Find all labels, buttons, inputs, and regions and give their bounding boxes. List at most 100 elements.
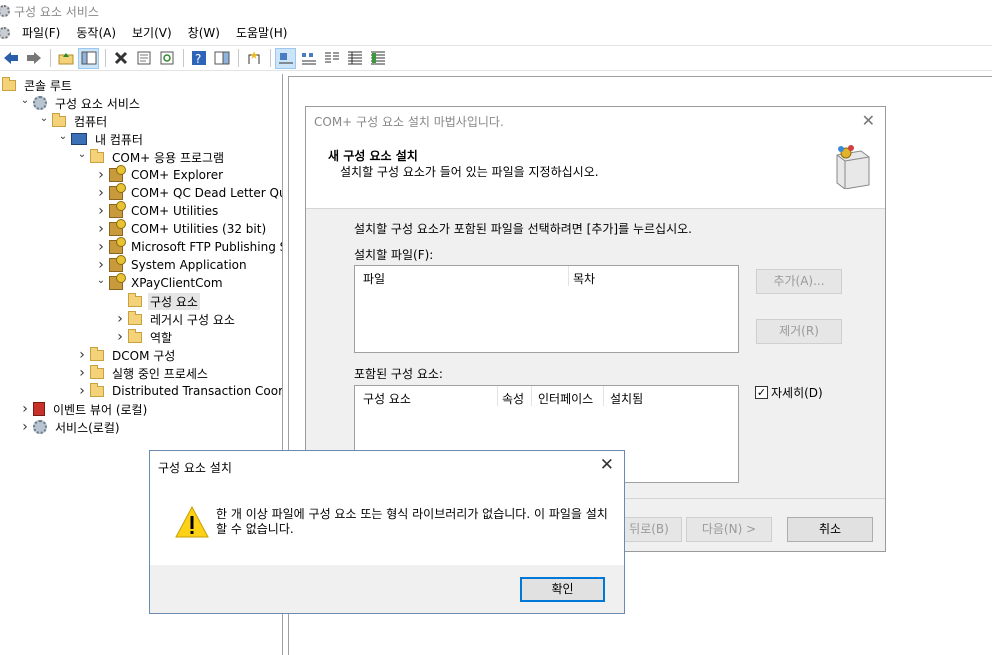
tree-node-label: 컴퓨터 <box>74 114 108 129</box>
chevron-right-icon[interactable]: › <box>114 329 126 345</box>
chevron-right-icon[interactable]: › <box>95 185 107 201</box>
tree-node[interactable]: › 실행 중인 프로세스 <box>76 364 210 382</box>
column-divider <box>568 266 569 286</box>
tree-node[interactable]: › 역할 <box>114 328 174 346</box>
wizard-subheading: 설치할 구성 요소가 들어 있는 파일을 지정하십시오. <box>340 165 599 179</box>
files-col-contents[interactable]: 목차 <box>573 270 595 287</box>
chevron-right-icon[interactable]: › <box>76 347 88 363</box>
chevron-right-icon[interactable]: › <box>95 239 107 255</box>
files-list[interactable]: 파일 목차 <box>354 265 739 353</box>
status-view-icon[interactable] <box>367 48 388 69</box>
new-component-icon[interactable] <box>243 48 264 69</box>
chevron-right-icon[interactable]: › <box>114 311 126 327</box>
tree-node[interactable]: ⌄ COM+ 응용 프로그램 <box>76 148 226 166</box>
gear-icon <box>33 420 47 434</box>
package-icon <box>109 183 126 200</box>
package-icon <box>109 165 126 182</box>
back-button[interactable]: 뒤로(B) <box>616 517 682 542</box>
components-col-name[interactable]: 구성 요소 <box>363 390 411 407</box>
help-icon[interactable]: ? <box>188 48 209 69</box>
tree-node[interactable]: › COM+ QC Dead Letter Queue <box>95 183 282 202</box>
menu-view[interactable]: 보기(V) <box>124 22 180 44</box>
folder-icon <box>128 292 142 307</box>
tree-node[interactable]: › 서비스(로컬) <box>19 418 122 436</box>
forward-icon[interactable] <box>23 48 44 69</box>
menu-action[interactable]: 동작(A) <box>68 22 124 44</box>
up-folder-icon[interactable] <box>55 48 76 69</box>
tree-node[interactable]: 구성 요소 <box>114 292 200 310</box>
chevron-right-icon[interactable]: › <box>95 257 107 273</box>
properties-icon[interactable] <box>133 48 154 69</box>
back-icon[interactable] <box>0 48 21 69</box>
instruction-text: 설치할 구성 요소가 포함된 파일을 선택하려면 [추가]를 누르십시오. <box>354 222 692 236</box>
tree-node[interactable]: 콘솔 루트 <box>0 76 74 94</box>
components-col-installed[interactable]: 설치됨 <box>610 390 643 407</box>
tree-node[interactable]: ⌄ XPayClientCom <box>95 273 225 292</box>
action-pane-icon[interactable] <box>211 48 232 69</box>
tree-node[interactable]: › DCOM 구성 <box>76 346 177 364</box>
tree-node-label: 실행 중인 프로세스 <box>112 366 208 381</box>
tree-node-label: 구성 요소 서비스 <box>55 96 140 111</box>
close-icon[interactable]: ✕ <box>600 455 614 475</box>
chevron-right-icon[interactable]: › <box>95 221 107 237</box>
tree-node[interactable]: ⌄ 내 컴퓨터 <box>57 130 145 148</box>
folder-icon <box>90 364 104 379</box>
package-icon <box>109 219 126 236</box>
tree-node[interactable]: › 레거시 구성 요소 <box>114 310 237 328</box>
chevron-down-icon[interactable]: ⌄ <box>19 95 31 106</box>
warning-icon <box>175 505 209 538</box>
chevron-right-icon[interactable]: › <box>95 203 107 219</box>
tree-node[interactable]: › COM+ Utilities (32 bit) <box>95 219 268 238</box>
details-checkbox[interactable]: ✓ <box>755 386 768 399</box>
files-col-file[interactable]: 파일 <box>363 270 385 287</box>
refresh-icon[interactable] <box>156 48 177 69</box>
chevron-right-icon[interactable]: › <box>76 383 88 399</box>
ok-button[interactable]: 확인 <box>520 577 605 602</box>
tree-node[interactable]: ⌄ 컴퓨터 <box>38 112 109 130</box>
show-hide-console-tree-icon[interactable] <box>78 47 99 69</box>
event-viewer-icon <box>33 402 45 416</box>
column-divider <box>531 386 532 406</box>
chevron-down-icon[interactable]: ⌄ <box>38 113 50 124</box>
tree-node[interactable]: › System Application <box>95 255 249 274</box>
menu-help[interactable]: 도움말(H) <box>228 22 296 44</box>
menu-window[interactable]: 창(W) <box>180 22 228 44</box>
tree-node-label: Microsoft FTP Publishing Servic <box>131 240 282 254</box>
chevron-right-icon[interactable]: › <box>19 401 31 417</box>
tree-node[interactable]: › COM+ Explorer <box>95 165 225 184</box>
list-view-icon[interactable] <box>321 48 342 69</box>
add-button[interactable]: 추가(A)... <box>756 269 842 294</box>
chevron-right-icon[interactable]: › <box>76 365 88 381</box>
chevron-right-icon[interactable]: › <box>95 167 107 183</box>
next-button[interactable]: 다음(N) > <box>686 517 772 542</box>
tree-node[interactable]: ⌄ 구성 요소 서비스 <box>19 94 142 112</box>
tree-node-label: COM+ Explorer <box>131 168 224 182</box>
detail-view-icon[interactable] <box>344 48 365 69</box>
tree-node[interactable]: › Distributed Transaction Coordinato <box>76 382 282 400</box>
wizard-title: COM+ 구성 요소 설치 마법사입니다. <box>314 114 504 129</box>
close-icon[interactable]: ✕ <box>862 111 875 130</box>
delete-icon[interactable] <box>110 48 131 69</box>
folder-icon <box>128 328 142 343</box>
tree-node[interactable]: › 이벤트 뷰어 (로컬) <box>19 400 149 418</box>
app-icon <box>0 5 10 17</box>
folder-icon <box>90 148 104 163</box>
chevron-right-icon[interactable]: › <box>19 419 31 435</box>
chevron-down-icon[interactable]: ⌄ <box>95 275 107 286</box>
chevron-down-icon[interactable]: ⌄ <box>76 149 88 160</box>
remove-button[interactable]: 제거(R) <box>756 319 842 344</box>
component-box-icon <box>831 143 871 190</box>
toolbar-separator <box>270 49 271 67</box>
chevron-down-icon[interactable]: ⌄ <box>57 131 69 142</box>
components-col-properties[interactable]: 속성 <box>502 390 524 407</box>
components-col-interfaces[interactable]: 인터페이스 <box>538 390 593 407</box>
column-divider <box>603 386 604 406</box>
tree-node[interactable]: › COM+ Utilities <box>95 201 220 220</box>
cancel-button[interactable]: 취소 <box>787 517 873 542</box>
folder-icon <box>52 112 66 127</box>
tree-node[interactable]: › Microsoft FTP Publishing Servic <box>95 237 282 256</box>
small-icons-view-icon[interactable] <box>298 48 319 69</box>
large-icons-view-icon[interactable] <box>275 47 296 69</box>
menu-file[interactable]: 파일(F) <box>14 22 68 44</box>
menu-icon <box>0 27 10 39</box>
